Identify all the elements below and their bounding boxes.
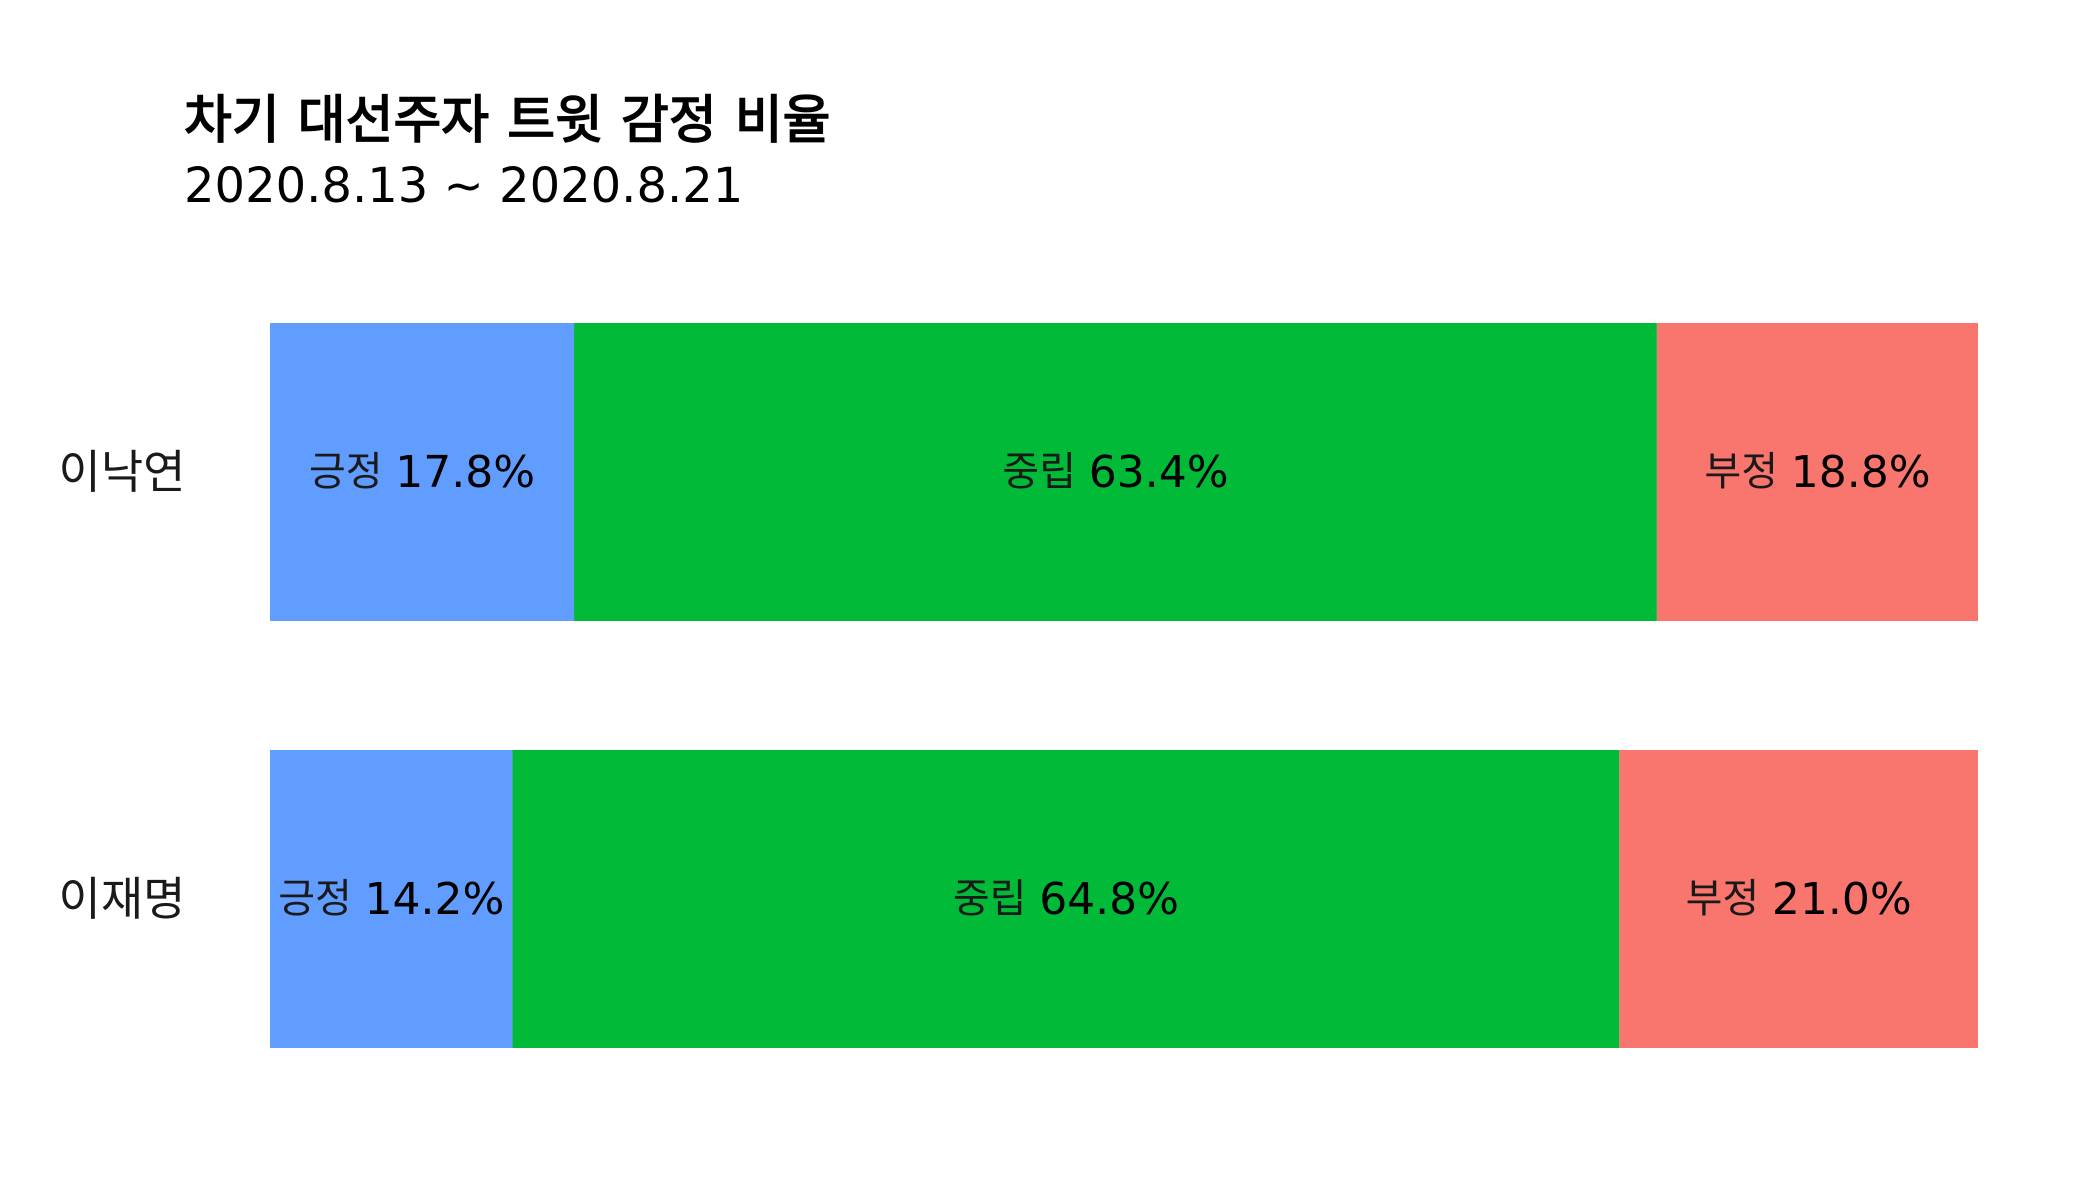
bar-data-label-value: 63.4% xyxy=(1089,447,1229,498)
bar-data-label: 긍정 17.8% xyxy=(309,447,535,498)
bar-data-label-value: 64.8% xyxy=(1039,874,1179,925)
bar-data-label-name: 긍정 xyxy=(278,876,364,922)
bar-data-label: 중립 63.4% xyxy=(1002,447,1228,498)
bar-data-label: 중립 64.8% xyxy=(953,874,1179,925)
bar-data-label-name: 중립 xyxy=(953,876,1039,922)
bar-data-label-name: 긍정 xyxy=(309,449,395,495)
row-label: 이낙연 xyxy=(59,445,186,499)
bar-data-label: 부정 21.0% xyxy=(1686,874,1912,925)
bar-data-label-name: 부정 xyxy=(1704,449,1790,495)
bar-data-label: 부정 18.8% xyxy=(1704,447,1930,498)
bar-data-label-value: 21.0% xyxy=(1772,874,1912,925)
bar-data-label-value: 14.2% xyxy=(365,874,505,925)
bar-data-label-value: 17.8% xyxy=(395,447,535,498)
bar-data-label: 긍정 14.2% xyxy=(278,874,504,925)
bar-data-label-name: 중립 xyxy=(1002,449,1088,495)
bars-layer xyxy=(270,323,1978,1048)
stacked-bar-chart: 이낙연 긍정 17.8% 중립 63.4% 부정 18.8%이재명 긍정 14.2% 중립… xyxy=(59,323,1978,1048)
bar-data-label-value: 18.8% xyxy=(1791,447,1931,498)
row-label: 이재명 xyxy=(59,872,186,926)
bar-data-label-name: 부정 xyxy=(1686,876,1772,922)
